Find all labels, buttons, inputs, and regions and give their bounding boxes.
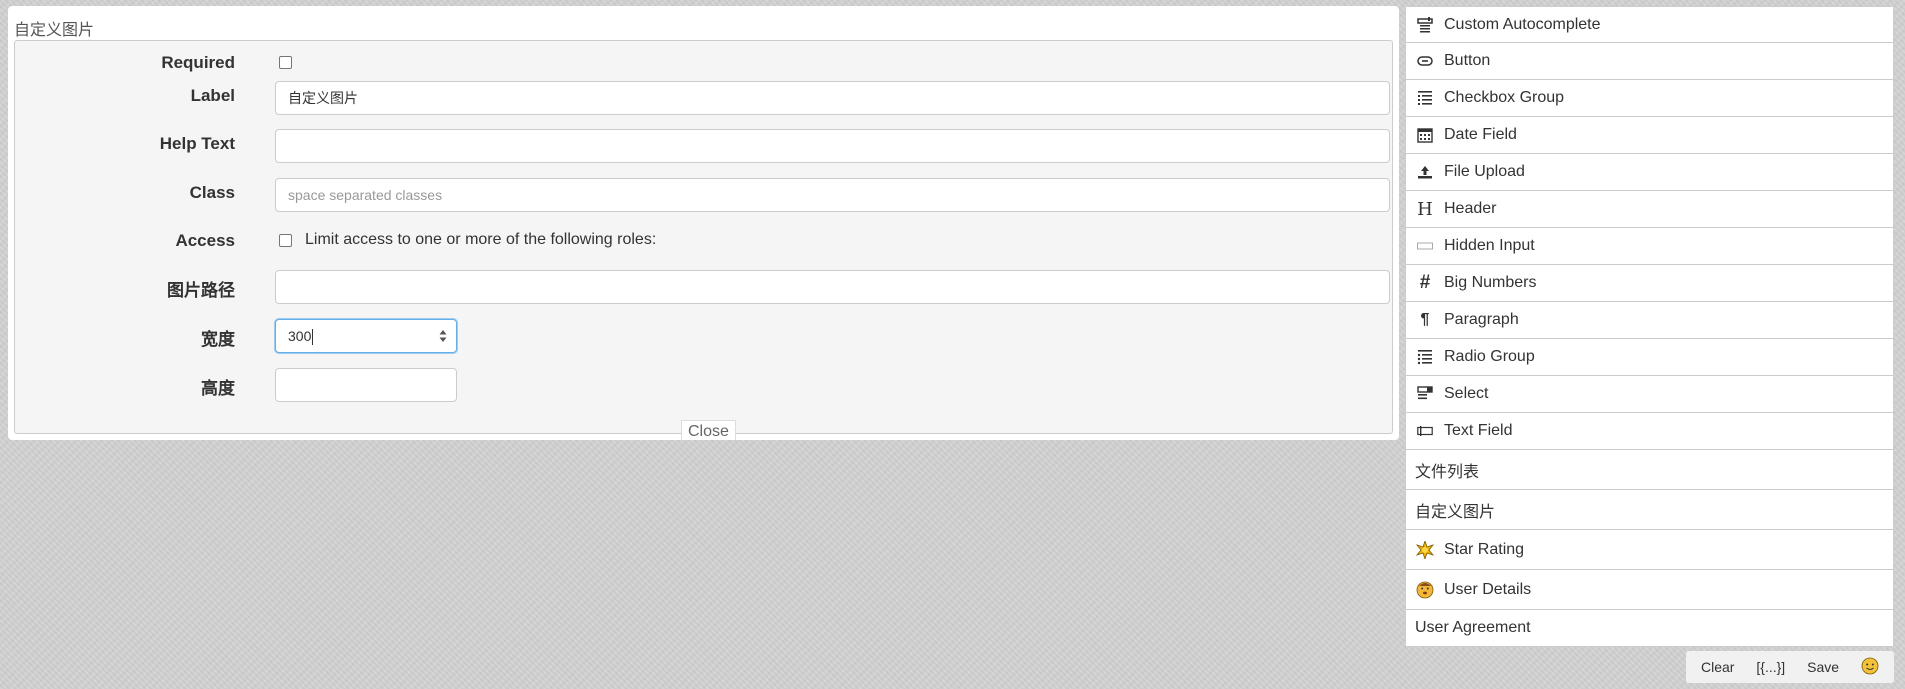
control-label: Header [1444, 200, 1497, 217]
clear-button[interactable]: Clear [1695, 655, 1740, 679]
help-text-input[interactable] [275, 129, 1390, 163]
close-button[interactable]: Close [681, 420, 736, 440]
control-button[interactable]: Button [1406, 43, 1893, 80]
label-input[interactable]: 自定义图片 [275, 81, 1390, 115]
calendar-icon [1415, 125, 1435, 145]
hidden-input-icon [1415, 236, 1435, 256]
access-checkbox[interactable] [279, 234, 292, 247]
access-label: Access [175, 231, 235, 250]
control-label: Date Field [1444, 126, 1517, 143]
control-custom-image[interactable]: 自定义图片 [1406, 490, 1893, 530]
header-icon: H [1417, 198, 1433, 220]
required-label: Required [161, 53, 235, 72]
control-palette: Custom Autocomplete Button Checkbox Grou… [1405, 6, 1894, 647]
control-user-agreement[interactable]: User Agreement [1406, 610, 1893, 646]
class-label: Class [189, 183, 235, 202]
image-path-label: 图片路径 [167, 281, 235, 300]
access-roles-text: Limit access to one or more of the follo… [305, 231, 657, 248]
class-input[interactable]: space separated classes [275, 178, 1390, 212]
control-label: Hidden Input [1444, 237, 1535, 254]
control-label: Big Numbers [1444, 274, 1537, 291]
hash-icon: # [1419, 272, 1431, 293]
control-label: Paragraph [1444, 311, 1519, 328]
control-file-list[interactable]: 文件列表 [1406, 450, 1893, 490]
height-label: 高度 [201, 379, 235, 398]
width-number-input[interactable]: 300 [275, 319, 457, 353]
select-icon [1415, 384, 1435, 404]
text-field-icon [1415, 421, 1435, 441]
form-actions: Clear [{...}] Save [1686, 651, 1894, 683]
control-header[interactable]: H Header [1406, 191, 1893, 228]
user-emoji-icon [1415, 580, 1435, 600]
control-label: User Details [1444, 580, 1532, 598]
upload-icon [1415, 162, 1435, 182]
control-label: Button [1444, 52, 1491, 69]
required-checkbox[interactable] [279, 56, 292, 69]
control-big-numbers[interactable]: # Big Numbers [1406, 265, 1893, 302]
control-file-upload[interactable]: File Upload [1406, 154, 1893, 191]
control-checkbox-group[interactable]: Checkbox Group [1406, 80, 1893, 117]
star-emoji-icon [1415, 540, 1435, 560]
control-label: Select [1444, 385, 1489, 402]
control-text-field[interactable]: Text Field [1406, 413, 1893, 450]
control-user-details[interactable]: User Details [1406, 570, 1893, 610]
paragraph-icon: ¶ [1420, 311, 1430, 328]
control-paragraph[interactable]: ¶ Paragraph [1406, 302, 1893, 339]
width-label: 宽度 [201, 330, 235, 349]
view-data-button[interactable]: [{...}] [1750, 655, 1791, 679]
width-value: 300 [288, 328, 312, 344]
height-number-input[interactable] [275, 368, 457, 402]
control-select[interactable]: Select [1406, 376, 1893, 413]
control-date-field[interactable]: Date Field [1406, 117, 1893, 154]
control-label: 文件列表 [1415, 463, 1480, 481]
checkbox-group-icon [1415, 88, 1435, 108]
control-label: Star Rating [1444, 540, 1525, 558]
control-label: File Upload [1444, 163, 1525, 180]
image-path-input[interactable] [275, 270, 1390, 304]
control-radio-group[interactable]: Radio Group [1406, 339, 1893, 376]
save-button[interactable]: Save [1801, 655, 1845, 679]
radio-group-icon [1415, 347, 1435, 367]
control-label: Checkbox Group [1444, 89, 1565, 106]
field-edit-panel: Required Label 自定义图片 Help Text Class spa… [14, 40, 1393, 440]
control-label: Custom Autocomplete [1444, 15, 1601, 33]
control-label: 自定义图片 [1415, 503, 1496, 521]
autocomplete-icon [1415, 15, 1435, 35]
smiley-icon[interactable] [1855, 653, 1885, 682]
text-cursor [312, 329, 314, 346]
button-icon [1415, 51, 1435, 71]
control-label: Text Field [1444, 422, 1513, 439]
form-stage: 自定义图片 Required Label 自定义图片 Help Text Cla… [8, 6, 1399, 440]
control-star-rating[interactable]: Star Rating [1406, 530, 1893, 570]
control-hidden-input[interactable]: Hidden Input [1406, 228, 1893, 265]
spinner-arrows-icon[interactable] [439, 329, 447, 343]
label-label: Label [190, 86, 235, 105]
control-label: Radio Group [1444, 348, 1535, 365]
control-custom-autocomplete[interactable]: Custom Autocomplete [1406, 7, 1893, 43]
control-label: User Agreement [1415, 619, 1531, 636]
help-text-label: Help Text [159, 134, 235, 153]
field-title: 自定义图片 [14, 22, 95, 39]
